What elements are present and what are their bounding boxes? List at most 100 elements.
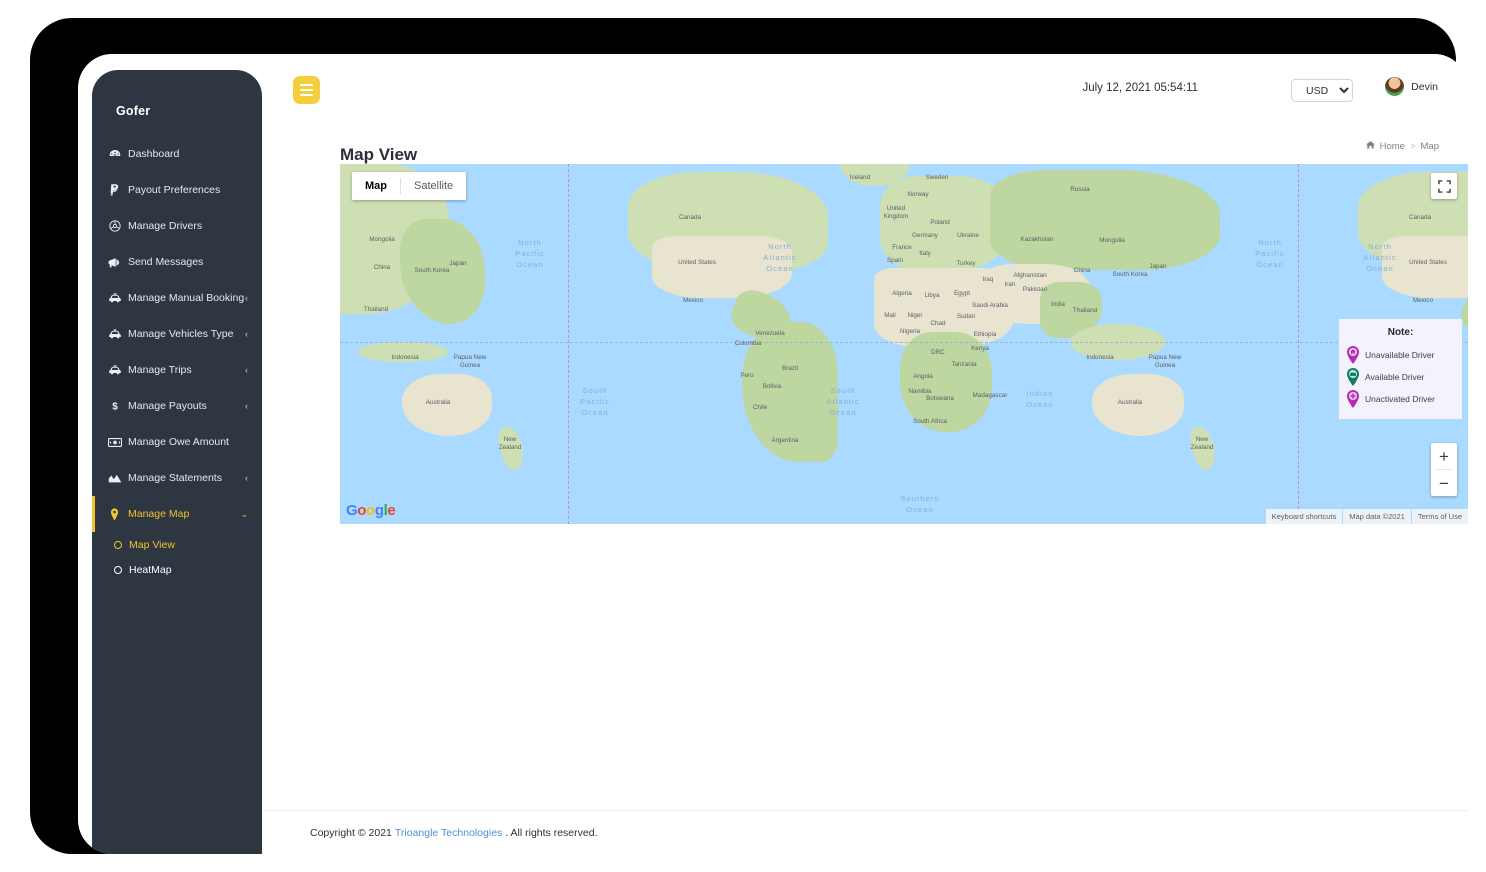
car-pin-icon xyxy=(1346,368,1360,386)
country-label: Papua New Guinea xyxy=(1148,354,1182,370)
sidebar-item-label: Manage Owe Amount xyxy=(128,436,229,448)
country-label: Mexico xyxy=(1413,297,1433,304)
landmass-indonesia xyxy=(358,342,448,362)
chevron-left-icon: ‹ xyxy=(245,401,248,411)
zoom-out-button[interactable]: − xyxy=(1431,470,1457,496)
dateline-left xyxy=(568,164,569,524)
avatar xyxy=(1385,77,1405,96)
dateline-right xyxy=(1298,164,1299,524)
app-screen: Gofer Dashboard Payout Preferences Manag… xyxy=(78,54,1468,854)
landmass-australia-2 xyxy=(1092,374,1184,436)
sidebar-item-manage-trips[interactable]: Manage Trips ‹ xyxy=(92,352,262,388)
landmass-usa-2 xyxy=(1382,236,1468,298)
breadcrumb-separator: > xyxy=(1409,141,1416,152)
sidebar-item-manage-statements[interactable]: Manage Statements ‹ xyxy=(92,460,262,496)
map-type-map-button[interactable]: Map xyxy=(352,172,400,200)
sidebar-item-dashboard[interactable]: Dashboard xyxy=(92,136,262,172)
hamburger-line xyxy=(300,89,313,91)
paypal-icon xyxy=(106,184,123,196)
landmass-africa-south xyxy=(900,332,992,432)
chevron-down-icon: ⌄ xyxy=(240,508,248,519)
top-bar: July 12, 2021 05:54:11 USD Devin xyxy=(262,54,1468,128)
home-icon xyxy=(1365,141,1375,152)
map-attribution: Keyboard shortcuts Map data ©2021 Terms … xyxy=(1265,509,1468,524)
legend-label: Unactivated Driver xyxy=(1365,394,1435,404)
sidebar-item-label: Manage Payouts xyxy=(128,400,207,412)
sidebar-item-label: Send Messages xyxy=(128,256,204,268)
hamburger-line xyxy=(300,94,313,96)
main-content: July 12, 2021 05:54:11 USD Devin Map Vie… xyxy=(262,54,1468,854)
steering-wheel-icon xyxy=(106,220,123,232)
zoom-controls: + − xyxy=(1431,443,1457,496)
currency-select[interactable]: USD xyxy=(1291,79,1353,102)
sidebar-item-payout-preferences[interactable]: Payout Preferences xyxy=(92,172,262,208)
map-type-satellite-button[interactable]: Satellite xyxy=(401,172,467,200)
hamburger-line xyxy=(300,84,313,86)
banknote-icon xyxy=(106,437,123,447)
map-legend-note: Note: Unavailable Driver Available Drive… xyxy=(1339,319,1462,419)
sidebar-subitem-label: Map View xyxy=(129,538,175,551)
ocean-label: North Pacific Ocean xyxy=(515,238,545,269)
sidebar-subitem-map-view[interactable]: Map View xyxy=(92,532,262,557)
user-name: Devin xyxy=(1411,80,1438,93)
taxi-icon xyxy=(106,293,123,303)
sidebar-item-label: Manage Vehicles Type xyxy=(128,328,234,340)
map-canvas[interactable]: Map Satellite + − North Pacific Ocean Nor… xyxy=(340,164,1468,524)
legend-title: Note: xyxy=(1387,327,1414,338)
sidebar-item-label: Manage Trips xyxy=(128,364,192,376)
sidebar-item-label: Manage Statements xyxy=(128,472,222,484)
sidebar-subitem-label: HeatMap xyxy=(129,563,172,576)
landmass-south-america xyxy=(742,322,838,462)
sidebar-nav: Dashboard Payout Preferences Manage Driv… xyxy=(92,136,262,582)
sidebar-item-manage-vehicles-type[interactable]: Manage Vehicles Type ‹ xyxy=(92,316,262,352)
google-logo-g1: G xyxy=(346,502,358,519)
legend-item-unactivated-driver: Unactivated Driver xyxy=(1346,388,1455,410)
sidebar-item-label: Manage Drivers xyxy=(128,220,203,232)
terms-of-use-link[interactable]: Terms of Use xyxy=(1411,509,1468,524)
sidebar-item-manage-drivers[interactable]: Manage Drivers xyxy=(92,208,262,244)
ocean-label: Southern Ocean xyxy=(900,494,940,514)
fullscreen-icon[interactable] xyxy=(1431,173,1457,199)
sidebar-subitem-heatmap[interactable]: HeatMap xyxy=(92,557,262,582)
landmass-newzealand-2 xyxy=(1185,423,1221,473)
company-link[interactable]: Trioangle Technologies xyxy=(395,827,502,839)
page-footer: Copyright © 2021 Trioangle Technologies … xyxy=(262,810,1468,854)
taxi-icon xyxy=(106,329,123,339)
sidebar-item-manage-manual-booking[interactable]: Manage Manual Booking ‹ xyxy=(92,280,262,316)
ocean-label: South Pacific Ocean xyxy=(580,386,610,417)
sidebar-item-manage-owe-amount[interactable]: Manage Owe Amount xyxy=(92,424,262,460)
landmass-australia xyxy=(402,374,492,436)
sidebar-item-label: Dashboard xyxy=(128,148,180,160)
legend-item-available-driver: Available Driver xyxy=(1346,366,1455,388)
sidebar-item-manage-payouts[interactable]: $ Manage Payouts ‹ xyxy=(92,388,262,424)
sidebar-item-label: Manage Manual Booking xyxy=(128,292,245,304)
legend-label: Available Driver xyxy=(1365,372,1425,382)
chevron-left-icon: ‹ xyxy=(245,293,248,303)
user-menu[interactable]: Devin xyxy=(1385,77,1438,96)
map-data-copyright: Map data ©2021 xyxy=(1343,509,1411,524)
hamburger-menu-button[interactable] xyxy=(293,76,320,104)
landmass-russia xyxy=(990,170,1220,270)
sidebar: Gofer Dashboard Payout Preferences Manag… xyxy=(92,70,262,854)
plus-pin-icon xyxy=(1346,390,1360,408)
chevron-left-icon: ‹ xyxy=(245,365,248,375)
sidebar-item-manage-map[interactable]: Manage Map ⌄ xyxy=(92,496,262,532)
page-title: Map View xyxy=(340,145,418,165)
device-frame: Gofer Dashboard Payout Preferences Manag… xyxy=(30,18,1468,854)
home-pin-icon xyxy=(1346,346,1360,364)
map-type-toggle: Map Satellite xyxy=(352,172,467,200)
country-label: South Korea xyxy=(1112,271,1148,278)
country-label: Mexico xyxy=(683,297,703,304)
zoom-in-button[interactable]: + xyxy=(1431,443,1457,469)
map-pin-icon xyxy=(106,507,123,521)
sidebar-item-send-messages[interactable]: Send Messages xyxy=(92,244,262,280)
google-logo: Google xyxy=(346,502,396,519)
breadcrumb-home[interactable]: Home xyxy=(1380,141,1405,152)
chevron-left-icon: ‹ xyxy=(245,473,248,483)
google-logo-o2: o xyxy=(366,502,375,519)
brand-logo[interactable]: Gofer xyxy=(92,70,262,118)
keyboard-shortcuts-link[interactable]: Keyboard shortcuts xyxy=(1265,509,1343,524)
chevron-left-icon: ‹ xyxy=(245,329,248,339)
current-datetime: July 12, 2021 05:54:11 xyxy=(1082,82,1198,94)
sidebar-item-label: Payout Preferences xyxy=(128,184,221,196)
